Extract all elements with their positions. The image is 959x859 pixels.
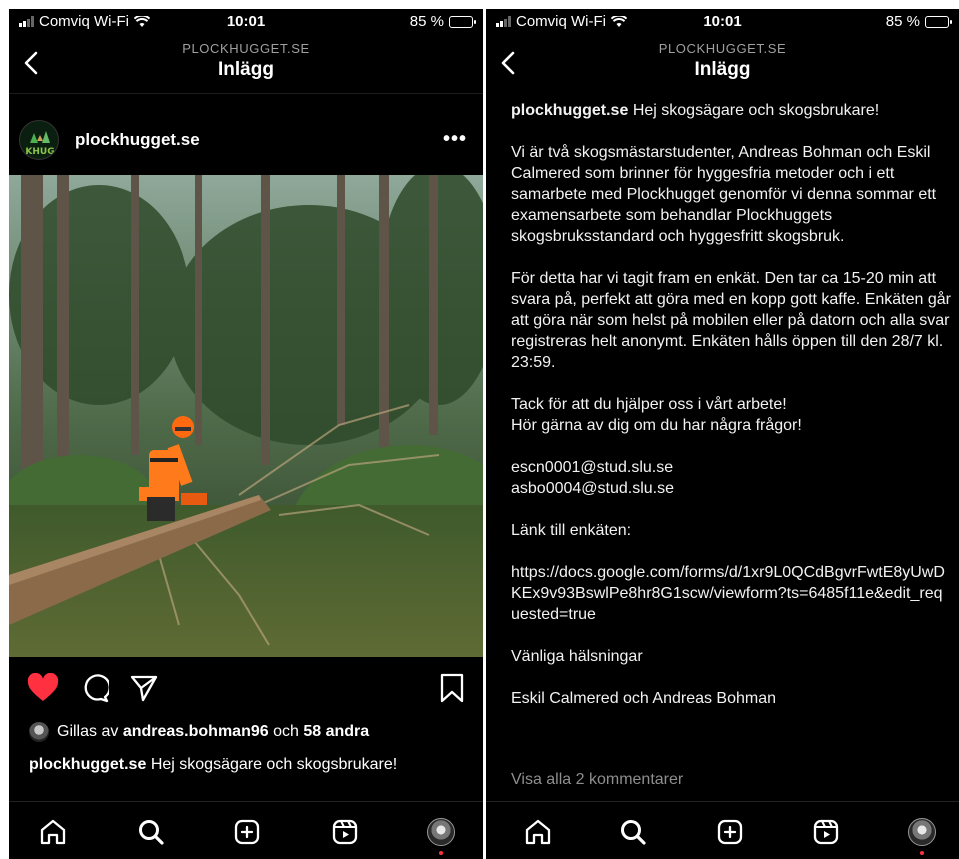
logo-icon: KHUG: [25, 131, 55, 157]
page-title: Inlägg: [694, 59, 751, 80]
page-title: Inlägg: [218, 59, 274, 80]
battery-percent: 85 %: [885, 13, 920, 30]
battery-info: 85 %: [409, 13, 476, 30]
status-bar: Comviq Wi-Fi 10:01 85 %: [486, 9, 959, 35]
search-icon[interactable]: [137, 818, 165, 846]
liked-user: andreas.bohman96: [122, 723, 269, 740]
profile-icon[interactable]: [427, 818, 455, 846]
phone-screen-caption: Comviq Wi-Fi 10:01 85 % PLOCKHUGGET.SE I…: [486, 9, 959, 859]
avatar: [29, 722, 49, 742]
caption-paragraph: Vi är två skogsmästarstudenter, Andreas …: [511, 144, 937, 245]
heart-icon[interactable]: [27, 673, 59, 703]
status-bar: Comviq Wi-Fi 10:01 85 %: [9, 9, 483, 35]
nav-header: PLOCKHUGGET.SE Inlägg: [9, 37, 483, 93]
likes-line: Gillas av andreas.bohman96 och 58 andra: [29, 722, 369, 742]
search-icon[interactable]: [619, 818, 647, 846]
nav-kicker: PLOCKHUGGET.SE: [658, 41, 787, 56]
nav-header: PLOCKHUGGET.SE Inlägg: [486, 37, 959, 93]
create-icon[interactable]: [716, 818, 744, 846]
more-icon[interactable]: •••: [443, 128, 467, 151]
email-1[interactable]: escn0001@stud.slu.se: [511, 459, 673, 476]
likes-text[interactable]: Gillas av andreas.bohman96 och 58 andra: [57, 723, 369, 741]
signature: Eskil Calmered och Andreas Bohman: [511, 690, 777, 707]
avatar-text: KHUG: [25, 147, 54, 157]
view-comments-link[interactable]: Visa alla 2 kommentarer: [511, 771, 683, 789]
survey-link[interactable]: https://docs.google.com/forms/d/1xr9L0QC…: [511, 562, 951, 625]
caption-text: Hej skogsägare och skogsbrukare!: [150, 756, 398, 773]
notification-dot: [439, 851, 443, 855]
reels-icon[interactable]: [331, 818, 359, 846]
home-icon[interactable]: [39, 818, 67, 846]
likes-count: 58 andra: [303, 723, 370, 740]
email-2[interactable]: asbo0004@stud.slu.se: [511, 480, 674, 497]
battery-icon: [925, 15, 952, 28]
share-icon[interactable]: [129, 673, 159, 703]
post-username[interactable]: plockhugget.se: [75, 130, 200, 150]
create-icon[interactable]: [233, 818, 261, 846]
reels-icon[interactable]: [812, 818, 840, 846]
tab-bar: [9, 801, 483, 859]
caption-paragraph: För detta har vi tagit fram en enkät. De…: [511, 270, 951, 371]
notification-dot: [920, 851, 924, 855]
caption-username[interactable]: plockhugget.se: [511, 102, 628, 119]
likes-and: och: [273, 723, 299, 740]
battery-percent: 85 %: [409, 13, 444, 30]
nav-kicker: PLOCKHUGGET.SE: [182, 41, 310, 56]
link-label: Länk till enkäten:: [511, 522, 632, 539]
home-icon[interactable]: [524, 818, 552, 846]
avatar[interactable]: KHUG: [19, 120, 59, 160]
greeting-text: Hej skogsägare och skogsbrukare!: [632, 102, 880, 119]
post-caption[interactable]: plockhugget.se Hej skogsägare och skogsb…: [29, 756, 397, 774]
likes-prefix: Gillas av: [57, 723, 119, 740]
battery-icon: [449, 15, 476, 28]
caption-paragraph: Tack för att du hjälper oss i vårt arbet…: [511, 396, 802, 434]
divider: [9, 93, 483, 94]
profile-icon[interactable]: [908, 818, 936, 846]
post-header: KHUG plockhugget.se •••: [19, 116, 473, 162]
bookmark-icon[interactable]: [439, 673, 465, 703]
post-actions: [9, 669, 483, 709]
phone-screen-post: Comviq Wi-Fi 10:01 85 % PLOCKHUGGET.SE I…: [9, 9, 483, 859]
tab-bar: [486, 801, 959, 859]
battery-info: 85 %: [885, 13, 952, 30]
caption-username: plockhugget.se: [29, 756, 147, 773]
post-photo[interactable]: [9, 175, 483, 657]
caption-greeting: plockhugget.se Hej skogsägare och skogsb…: [511, 100, 951, 121]
signoff: Vänliga hälsningar: [511, 648, 643, 665]
caption-full: plockhugget.se Hej skogsägare och skogsb…: [511, 100, 951, 709]
comment-icon[interactable]: [79, 673, 109, 703]
contact-emails: escn0001@stud.slu.se asbo0004@stud.slu.se: [511, 457, 951, 499]
